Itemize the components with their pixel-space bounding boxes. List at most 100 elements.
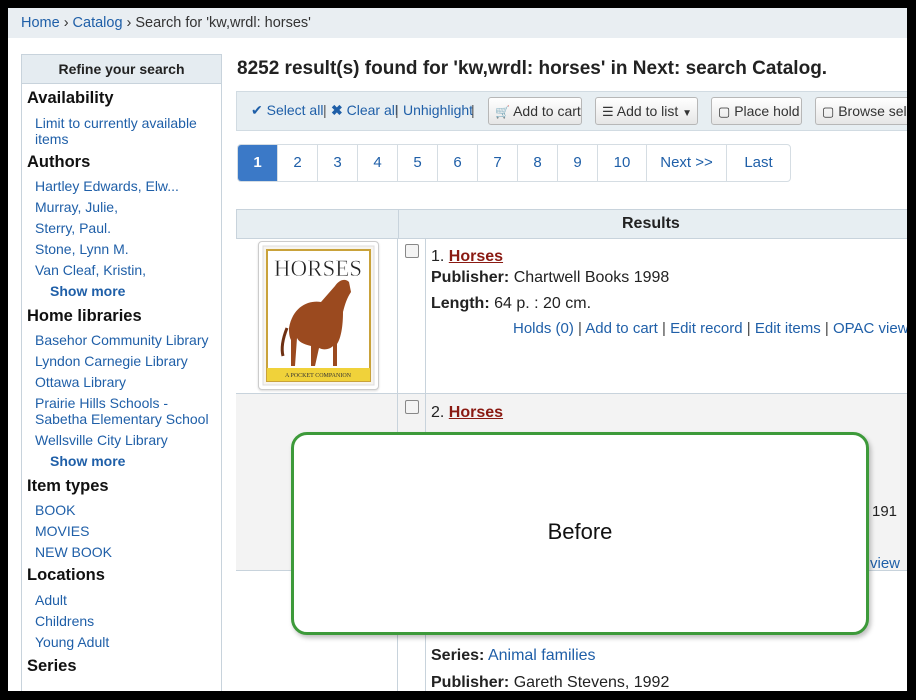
facet-heading-libraries: Home libraries [27,307,142,325]
results-table-header: Results [236,209,907,239]
breadcrumb-home[interactable]: Home [21,15,60,31]
cover-cell: A POCKET COMPANION HORSES [236,238,398,393]
publisher-line: Publisher: Chartwell Books 1998 [431,269,669,287]
svg-text:A POCKET COMPANION: A POCKET COMPANION [285,373,352,379]
page-4[interactable]: 4 [358,145,398,181]
edit-items-link[interactable]: Edit items [755,320,821,337]
select-cell [398,238,426,393]
facet-item-type[interactable]: NEW BOOK [35,542,221,563]
app-window: Home › Catalog › Search for 'kw,wrdl: horses… [8,8,907,691]
clear-all-link[interactable]: ✖ Clear all [331,102,398,119]
caret-down-icon: ▼ [682,108,693,119]
facet-item-library[interactable]: Ottawa Library [35,372,221,393]
toolbar-separator: | [395,102,399,118]
facet-item-author[interactable]: Murray, Julie, [35,197,221,218]
close-icon: ✖ [331,102,343,118]
page-3[interactable]: 3 [318,145,358,181]
page-title: 8252 result(s) found for 'kw,wrdl: horse… [237,58,828,79]
length-value: 64 p. : 20 cm. [494,295,592,312]
select-checkbox[interactable] [405,244,419,258]
opac-view-link[interactable]: OPAC view [833,320,907,337]
breadcrumb-separator: › [63,15,69,31]
facet-item-available[interactable]: Limit to currently available items [35,113,221,150]
result-title-link[interactable]: Horses [449,404,503,421]
pagination: 1 2 3 4 5 6 7 8 9 10 Next >> Last [237,144,791,182]
result-title-line: 2. Horses [431,404,503,422]
facet-item-author[interactable]: Stone, Lynn M. [35,239,221,260]
page-5[interactable]: 5 [398,145,438,181]
series-line: Series: Animal families [431,647,596,665]
facet-item-location[interactable]: Childrens [35,611,221,632]
before-callout: Before [291,432,869,635]
length-label: Length: [431,295,490,312]
check-icon: ✔ [251,102,263,118]
select-all-link[interactable]: ✔ Select all [251,102,323,119]
show-more-authors[interactable]: Show more [35,281,221,302]
opac-view-link[interactable]: view [870,555,900,572]
series-label: Series: [431,647,485,664]
page-6[interactable]: 6 [438,145,478,181]
result-number: 1. [431,248,445,265]
add-to-cart-button[interactable]: 🛒 Add to cart [488,97,582,125]
page-7[interactable]: 7 [478,145,518,181]
refine-sidebar: Refine your search Availability Limit to… [21,54,222,691]
facet-item-author[interactable]: Hartley Edwards, Elw... [35,176,221,197]
next-page-link[interactable]: Next >> [647,145,727,181]
page-2[interactable]: 2 [278,145,318,181]
series-link[interactable]: Animal families [488,647,596,664]
partial-text: 191 [872,503,898,520]
facet-item-author[interactable]: Van Cleaf, Kristin, [35,260,221,281]
page-9[interactable]: 9 [558,145,598,181]
results-toolbar: ✔ Select all | ✖ Clear all | Unhighlight… [236,91,907,131]
publisher-label: Publisher: [431,674,510,691]
horse-cover-illustration: A POCKET COMPANION HORSES [262,245,375,386]
refine-title: Refine your search [22,54,221,84]
place-hold-button[interactable]: ▢ Place hold [711,97,802,125]
facet-heading-series: Series [27,657,77,675]
facet-item-type[interactable]: MOVIES [35,521,221,542]
publisher-label: Publisher: [431,269,510,286]
unhighlight-link[interactable]: Unhighlight [403,102,473,118]
breadcrumb-separator: › [126,15,132,31]
facet-item-location[interactable]: Young Adult [35,632,221,653]
page-8[interactable]: 8 [518,145,558,181]
table-row: A POCKET COMPANION HORSES 1. Horses Publ… [236,238,907,394]
result-title-line: 1. Horses [431,248,503,266]
breadcrumb: Home › Catalog › Search for 'kw,wrdl: horses… [8,8,907,38]
show-more-libraries[interactable]: Show more [35,451,221,472]
callout-label: Before [547,519,613,544]
edit-record-link[interactable]: Edit record [670,320,743,337]
facet-item-library[interactable]: Wellsville City Library [35,430,221,451]
toolbar-separator: | [323,102,327,118]
last-page-link[interactable]: Last [727,145,790,181]
facet-item-author[interactable]: Sterry, Paul. [35,218,221,239]
holds-link[interactable]: Holds (0) [513,320,574,337]
add-to-list-button[interactable]: ☰ Add to list ▼ [595,97,698,125]
facet-item-location[interactable]: Adult [35,590,221,611]
result-actions: Holds (0) | Add to cart | Edit record | … [513,320,907,337]
column-divider [398,210,399,238]
book-cover-image[interactable]: A POCKET COMPANION HORSES [258,241,379,390]
page-1[interactable]: 1 [238,145,278,181]
result-title-link[interactable]: Horses [449,248,503,265]
facet-heading-authors: Authors [27,153,91,171]
list-icon: ☰ [602,104,614,119]
publisher-value: Chartwell Books 1998 [513,269,670,286]
browse-selected-button[interactable]: ▢ Browse sele [815,97,907,125]
page-10[interactable]: 10 [598,145,647,181]
sticky-note-icon: ▢ [718,104,731,119]
length-line: Length: 64 p. : 20 cm. [431,295,591,313]
facet-heading-availability: Availability [27,89,114,107]
toolbar-separator: | [471,102,475,118]
facet-item-library[interactable]: Prairie Hills Schools - Sabetha Elementa… [35,393,221,430]
add-to-cart-link[interactable]: Add to cart [585,320,658,337]
facet-item-type[interactable]: BOOK [35,500,221,521]
browse-icon: ▢ [822,104,835,119]
facet-item-library[interactable]: Basehor Community Library [35,330,221,351]
facet-heading-item-types: Item types [27,477,109,495]
publisher-line: Publisher: Gareth Stevens, 1992 [431,674,669,691]
select-checkbox[interactable] [405,400,419,414]
breadcrumb-catalog[interactable]: Catalog [73,15,123,31]
cart-icon: 🛒 [495,105,510,119]
facet-item-library[interactable]: Lyndon Carnegie Library [35,351,221,372]
